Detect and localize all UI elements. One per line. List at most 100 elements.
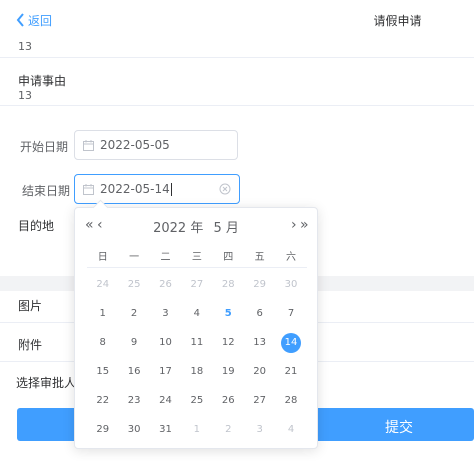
calendar-day-number: 24 bbox=[159, 394, 172, 406]
calendar-day-number: 28 bbox=[284, 394, 298, 406]
calendar-icon bbox=[83, 139, 94, 151]
calendar-day[interactable]: 27 bbox=[181, 275, 212, 295]
calendar-day[interactable]: 29 bbox=[87, 420, 118, 440]
calendar-day-number: 29 bbox=[253, 278, 267, 290]
next-year-button[interactable]: » bbox=[300, 217, 309, 233]
calendar-day[interactable]: 3 bbox=[150, 304, 181, 324]
calendar-day-number: 4 bbox=[287, 423, 295, 435]
calendar-day-number: 21 bbox=[284, 365, 298, 377]
calendar-day[interactable]: 25 bbox=[181, 391, 212, 411]
divider bbox=[87, 267, 307, 268]
calendar-day[interactable]: 24 bbox=[87, 275, 118, 295]
weekday-label: 六 bbox=[286, 252, 297, 263]
reason-label: 申请事由 bbox=[18, 74, 67, 88]
calendar-day[interactable]: 13 bbox=[244, 333, 275, 353]
calendar-day-number: 6 bbox=[256, 307, 263, 319]
start-date-input[interactable]: 2022-05-05 bbox=[74, 130, 238, 160]
calendar-day[interactable]: 21 bbox=[275, 362, 306, 382]
calendar-day-number: 27 bbox=[190, 278, 204, 290]
calendar-day[interactable]: 1 bbox=[181, 420, 212, 440]
calendar-day[interactable]: 8 bbox=[87, 333, 118, 353]
calendar-day[interactable]: 20 bbox=[244, 362, 275, 382]
calendar-day[interactable]: 2 bbox=[213, 420, 244, 440]
calendar-day[interactable]: 10 bbox=[150, 333, 181, 353]
attachment-label: 附件 bbox=[18, 338, 43, 352]
calendar-day-number: 4 bbox=[193, 307, 201, 319]
calendar-day[interactable]: 9 bbox=[118, 333, 149, 353]
calendar-day-number: 27 bbox=[253, 394, 267, 406]
top-value: 13 bbox=[18, 40, 32, 53]
calendar-day[interactable]: 15 bbox=[87, 362, 118, 382]
calendar-week-row: 15 16 17 18 19 20 21 bbox=[87, 357, 307, 386]
month-label[interactable]: 5 月 bbox=[213, 221, 238, 236]
calendar-day-number: 26 bbox=[221, 394, 235, 406]
calendar-day-number: 30 bbox=[284, 278, 298, 290]
calendar-day[interactable]: 3 bbox=[244, 420, 275, 440]
calendar-day[interactable]: 26 bbox=[150, 275, 181, 295]
calendar-day[interactable]: 18 bbox=[181, 362, 212, 382]
calendar-day[interactable]: 4 bbox=[275, 420, 306, 440]
picture-label: 图片 bbox=[18, 299, 43, 313]
calendar-day[interactable]: 23 bbox=[118, 391, 149, 411]
year-label[interactable]: 2022 年 bbox=[153, 221, 203, 236]
page-title: 请假申请 bbox=[373, 14, 422, 28]
calendar-day-number: 18 bbox=[190, 365, 204, 377]
watermark: CSDN @见不散 bbox=[392, 443, 464, 454]
calendar-day-number: 23 bbox=[127, 394, 141, 406]
calendar-day[interactable]: 31 bbox=[150, 420, 181, 440]
calendar-day[interactable]: 27 bbox=[244, 391, 275, 411]
calendar-day[interactable]: 24 bbox=[150, 391, 181, 411]
calendar-day[interactable]: 22 bbox=[87, 391, 118, 411]
day-grid: 24 25 26 27 28 29 30 1 2 3 4 5 6 7 8 9 10 11 12 13 14 15 16 17 1… bbox=[87, 270, 307, 444]
weekday-label: 一 bbox=[129, 252, 140, 263]
weekday-label: 四 bbox=[223, 252, 234, 263]
calendar-day[interactable]: 7 bbox=[275, 304, 306, 324]
back-button[interactable]: 返回 bbox=[16, 8, 52, 32]
calendar-day-number: 1 bbox=[99, 307, 106, 319]
calendar-day[interactable]: 17 bbox=[150, 362, 181, 382]
calendar-day[interactable]: 11 bbox=[181, 333, 212, 353]
destination-label: 目的地 bbox=[18, 219, 55, 233]
calendar-day[interactable]: 28 bbox=[275, 391, 306, 411]
submit-label: 提交 bbox=[385, 420, 413, 436]
weekday-label: 三 bbox=[191, 252, 202, 263]
calendar-day[interactable]: 6 bbox=[244, 304, 275, 324]
calendar-day[interactable]: 4 bbox=[181, 304, 212, 324]
calendar-day-number: 16 bbox=[127, 365, 141, 377]
calendar-day-number: 30 bbox=[127, 423, 141, 435]
clear-icon[interactable] bbox=[219, 183, 231, 195]
calendar-day[interactable]: 25 bbox=[118, 275, 149, 295]
calendar-day[interactable]: 12 bbox=[213, 333, 244, 353]
calendar-day[interactable]: 2 bbox=[118, 304, 149, 324]
calendar-day-today[interactable]: 5 bbox=[213, 304, 244, 324]
calendar-day-number: 11 bbox=[190, 336, 204, 348]
calendar-day-number: 20 bbox=[253, 365, 267, 377]
picker-header: 2022 年 5 月 bbox=[75, 217, 317, 236]
calendar-day-number: 25 bbox=[190, 394, 204, 406]
calendar-day[interactable]: 28 bbox=[213, 275, 244, 295]
calendar-day[interactable]: 1 bbox=[87, 304, 118, 324]
calendar-week-row: 8 9 10 11 12 13 14 bbox=[87, 328, 307, 357]
calendar-day-number: 22 bbox=[96, 394, 110, 406]
calendar-day[interactable]: 26 bbox=[213, 391, 244, 411]
next-month-button[interactable]: › bbox=[291, 217, 297, 233]
calendar-day[interactable]: 30 bbox=[118, 420, 149, 440]
calendar-day-number: 26 bbox=[159, 278, 172, 290]
calendar-day-number: 2 bbox=[130, 307, 138, 319]
weekday-label: 二 bbox=[160, 252, 171, 263]
calendar-day-number: 13 bbox=[253, 336, 267, 348]
calendar-day-number: 3 bbox=[162, 307, 169, 319]
weekday-header: 日一二三四五六 bbox=[87, 248, 307, 263]
calendar-day-number: 9 bbox=[130, 336, 138, 348]
calendar-day[interactable]: 16 bbox=[118, 362, 149, 382]
calendar-day[interactable]: 19 bbox=[213, 362, 244, 382]
calendar-day-number: 24 bbox=[96, 278, 110, 290]
calendar-day[interactable]: 29 bbox=[244, 275, 275, 295]
calendar-day-selected[interactable]: 14 bbox=[275, 332, 306, 353]
calendar-day-number: 5 bbox=[224, 307, 232, 319]
back-label: 返回 bbox=[28, 13, 53, 28]
calendar-day[interactable]: 30 bbox=[275, 275, 306, 295]
calendar-day-number: 1 bbox=[193, 423, 201, 435]
calendar-day-number: 12 bbox=[221, 336, 235, 348]
calendar-week-row: 22 23 24 25 26 27 28 bbox=[87, 386, 307, 415]
